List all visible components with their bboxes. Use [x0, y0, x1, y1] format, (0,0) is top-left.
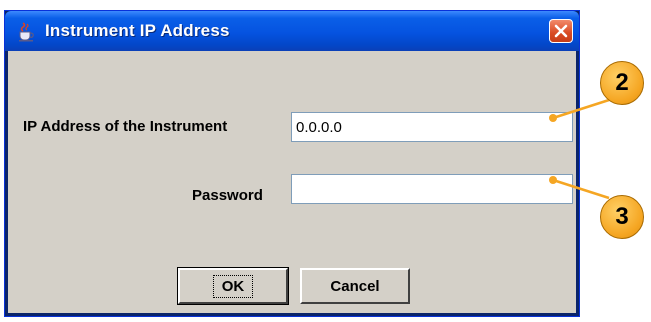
callout-3: 3 [600, 195, 644, 239]
callout-3-number: 3 [615, 203, 629, 230]
callout-2: 2 [600, 61, 644, 105]
callout-3-dot [549, 176, 557, 184]
callout-2-number: 2 [615, 69, 629, 96]
callout-3-leader [552, 178, 610, 200]
callout-leaders [549, 98, 610, 200]
callout-2-leader [552, 98, 610, 120]
callout-2-dot [549, 114, 557, 122]
